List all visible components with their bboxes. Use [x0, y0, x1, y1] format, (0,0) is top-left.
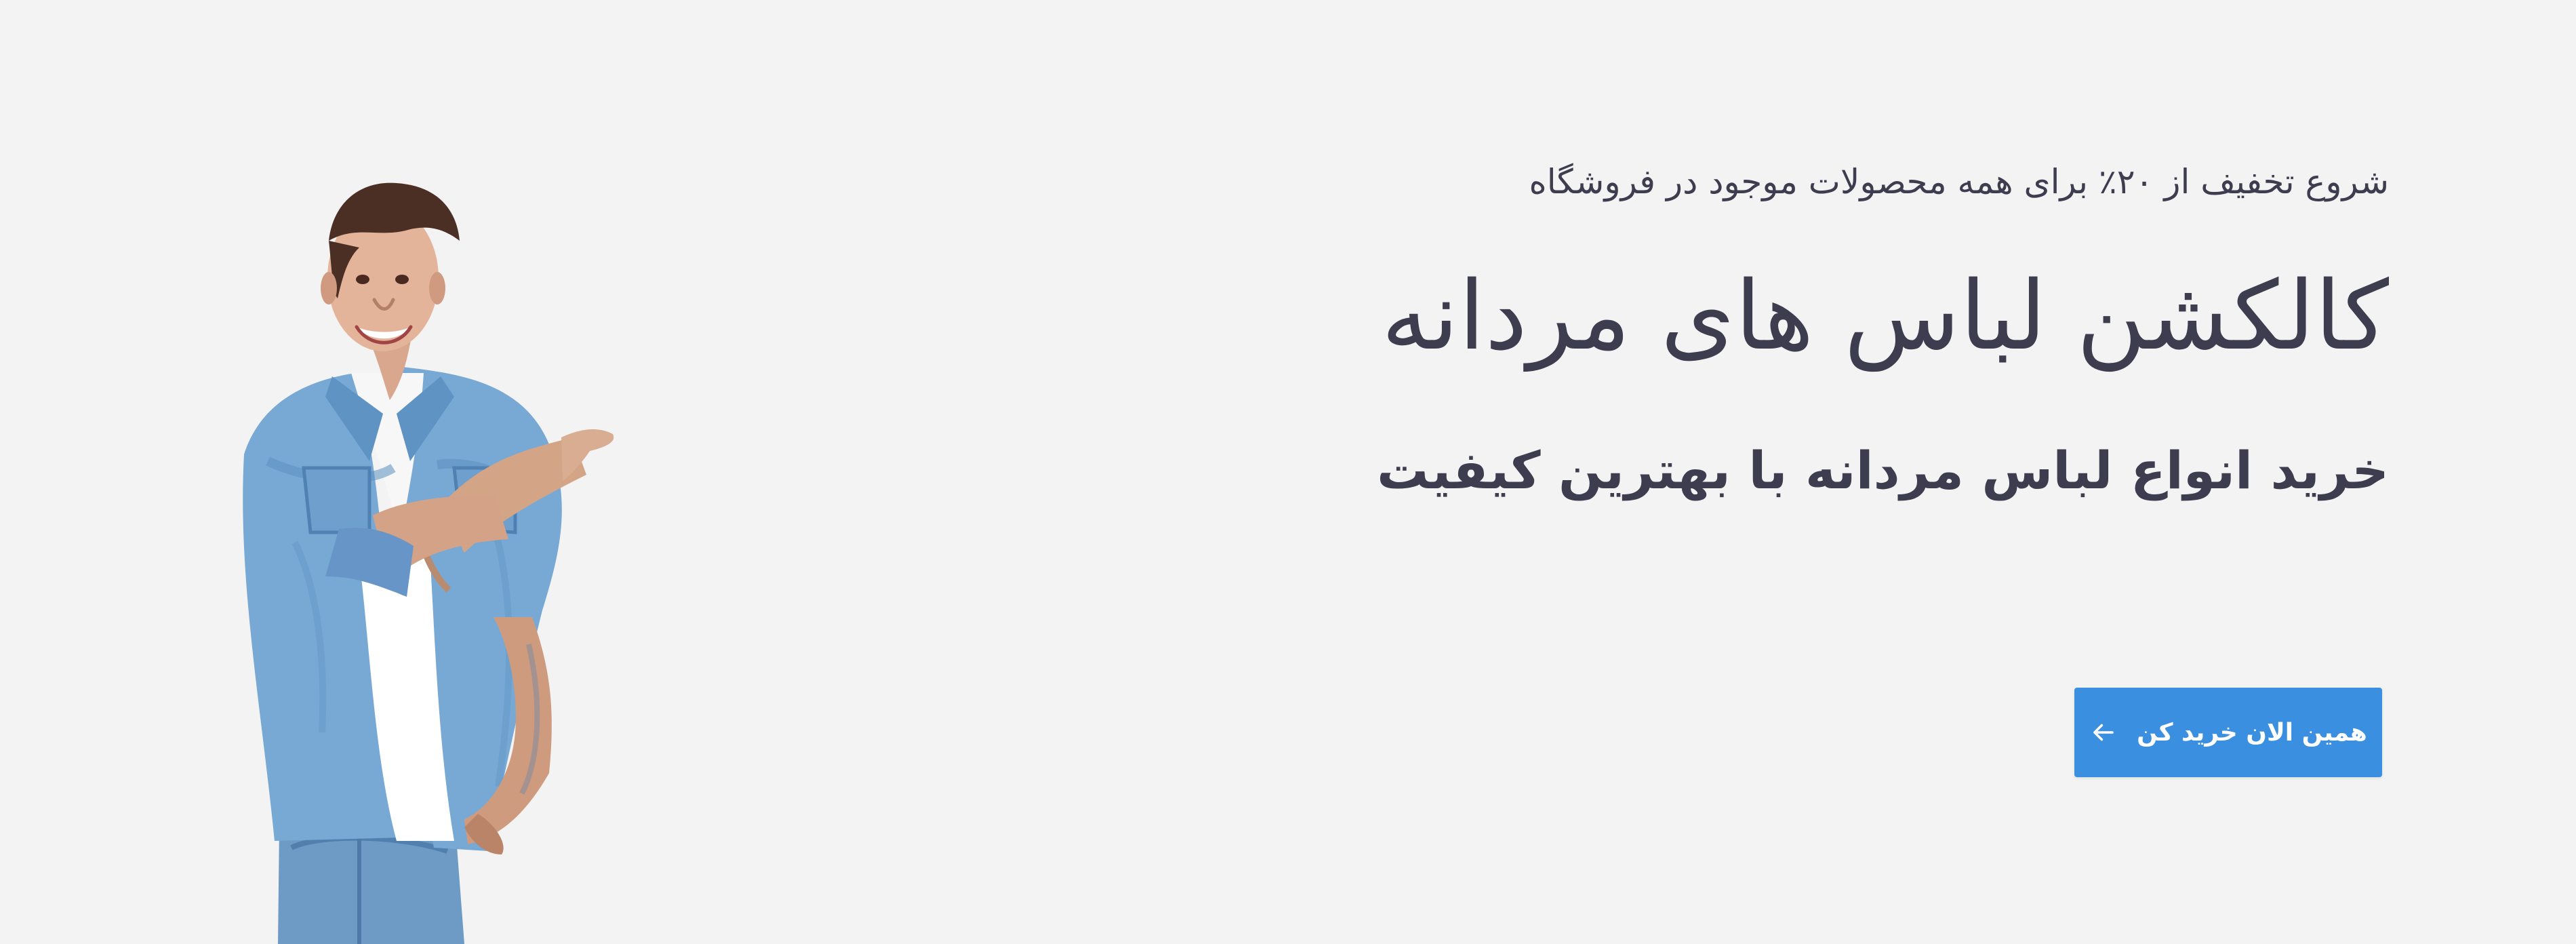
collection-title: کالکشن لباس های مردانه — [1381, 261, 2389, 372]
hero-content: شروع تخفیف از ۲۰٪ برای همه محصولات موجود… — [1169, 0, 2389, 944]
collection-subtitle: خرید انواع لباس مردانه با بهترین کیفیت — [1377, 440, 2389, 500]
man-pointing-photo — [230, 176, 691, 944]
buy-now-label: همین الان خرید کن — [2137, 718, 2367, 747]
discount-text: شروع تخفیف از ۲۰٪ برای همه محصولات موجود… — [1529, 162, 2390, 201]
arrow-left-icon — [2089, 716, 2118, 749]
hero-banner: شروع تخفیف از ۲۰٪ برای همه محصولات موجود… — [0, 0, 2576, 944]
buy-now-button[interactable]: همین الان خرید کن — [2074, 688, 2382, 777]
